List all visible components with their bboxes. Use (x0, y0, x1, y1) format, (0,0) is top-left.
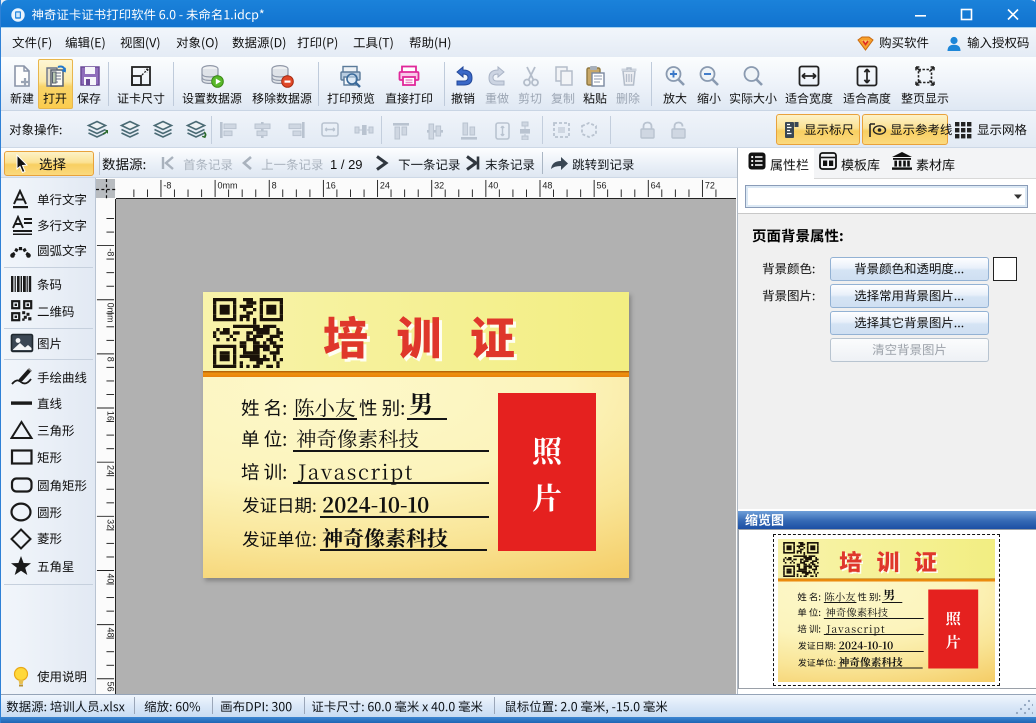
svg-text:40: 40 (105, 573, 115, 583)
svg-text:16: 16 (105, 411, 115, 421)
svg-text:48: 48 (542, 181, 552, 191)
svg-text:64: 64 (651, 181, 661, 191)
svg-text:0mm: 0mm (105, 303, 115, 323)
svg-text:-8: -8 (163, 181, 171, 191)
svg-text:8: 8 (272, 181, 277, 191)
svg-text:56: 56 (597, 181, 607, 191)
svg-text:32: 32 (434, 181, 444, 191)
svg-text:0mm: 0mm (217, 181, 237, 191)
svg-text:72: 72 (705, 181, 715, 191)
svg-text:24: 24 (105, 465, 115, 475)
svg-text:48: 48 (105, 627, 115, 637)
svg-text:40: 40 (488, 181, 498, 191)
svg-text:8: 8 (105, 357, 115, 362)
svg-text:24: 24 (380, 181, 390, 191)
svg-text:-8: -8 (105, 248, 115, 256)
svg-text:16: 16 (326, 181, 336, 191)
svg-text:32: 32 (105, 519, 115, 529)
svg-text:56: 56 (105, 682, 115, 692)
